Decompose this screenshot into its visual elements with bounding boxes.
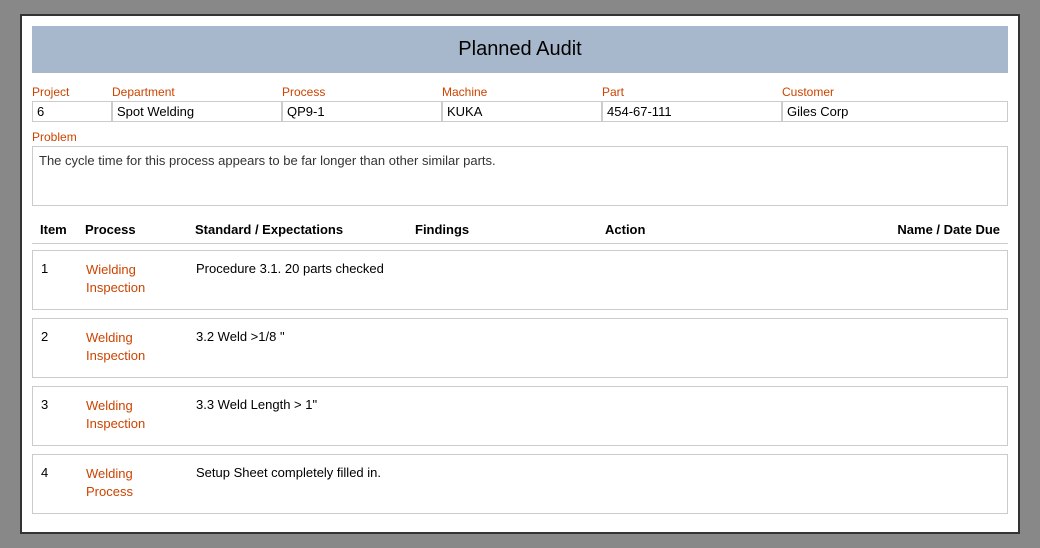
header-namedate: Name / Date Due <box>805 222 1000 237</box>
table-header: Item Process Standard / Expectations Fin… <box>32 216 1008 244</box>
row-item-3: 4 <box>41 465 86 480</box>
header-process: Process <box>85 222 195 237</box>
value-department: Spot Welding <box>112 101 282 122</box>
value-part: 454-67-111 <box>602 101 782 122</box>
audit-rows: 1 WieldingInspection Procedure 3.1. 20 p… <box>32 250 1008 514</box>
row-item-1: 2 <box>41 329 86 344</box>
problem-text: The cycle time for this process appears … <box>32 146 1008 206</box>
header-findings: Findings <box>415 222 605 237</box>
label-part: Part <box>602 85 782 99</box>
meta-labels: Project Department Process Machine Part … <box>32 85 1008 99</box>
table-row: 4 WeldingProcess Setup Sheet completely … <box>32 454 1008 514</box>
row-process-1: WeldingInspection <box>86 329 196 365</box>
row-process-0: WieldingInspection <box>86 261 196 297</box>
header-item: Item <box>40 222 85 237</box>
value-process: QP9-1 <box>282 101 442 122</box>
row-item-2: 3 <box>41 397 86 412</box>
header-standard: Standard / Expectations <box>195 222 415 237</box>
label-process: Process <box>282 85 442 99</box>
value-machine: KUKA <box>442 101 602 122</box>
label-project: Project <box>32 85 112 99</box>
problem-section: Problem The cycle time for this process … <box>32 130 1008 206</box>
table-row: 3 WeldingInspection 3.3 Weld Length > 1" <box>32 386 1008 446</box>
table-row: 2 WeldingInspection 3.2 Weld >1/8 " <box>32 318 1008 378</box>
table-row: 1 WieldingInspection Procedure 3.1. 20 p… <box>32 250 1008 310</box>
label-department: Department <box>112 85 282 99</box>
problem-label: Problem <box>32 130 1008 144</box>
value-project: 6 <box>32 101 112 122</box>
page-title: Planned Audit <box>32 26 1008 73</box>
row-process-3: WeldingProcess <box>86 465 196 501</box>
row-standard-2: 3.3 Weld Length > 1" <box>196 397 416 412</box>
row-standard-1: 3.2 Weld >1/8 " <box>196 329 416 344</box>
page-container: Planned Audit Project Department Process… <box>20 14 1020 534</box>
label-machine: Machine <box>442 85 602 99</box>
label-customer: Customer <box>782 85 1008 99</box>
meta-values: 6 Spot Welding QP9-1 KUKA 454-67-111 Gil… <box>32 101 1008 122</box>
meta-section: Project Department Process Machine Part … <box>32 85 1008 122</box>
row-standard-3: Setup Sheet completely filled in. <box>196 465 416 480</box>
header-action: Action <box>605 222 805 237</box>
value-customer: Giles Corp <box>782 101 1008 122</box>
row-item-0: 1 <box>41 261 86 276</box>
row-process-2: WeldingInspection <box>86 397 196 433</box>
row-standard-0: Procedure 3.1. 20 parts checked <box>196 261 416 276</box>
